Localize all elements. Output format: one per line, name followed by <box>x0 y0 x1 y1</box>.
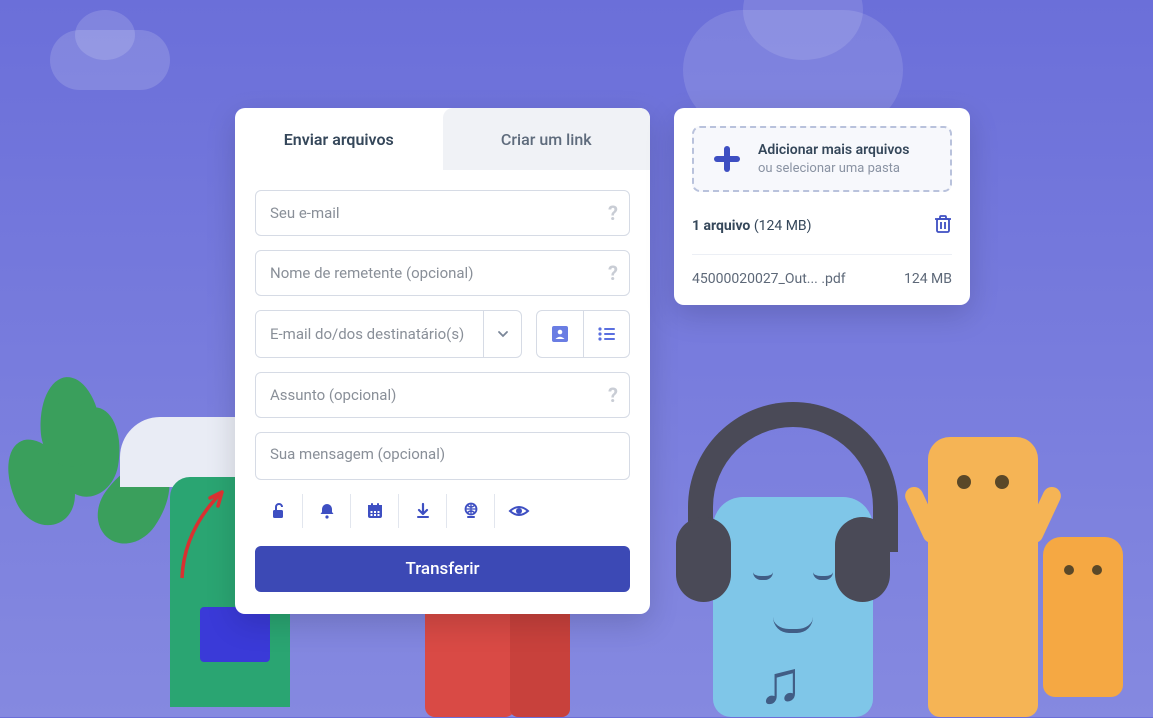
calendar-icon <box>365 501 385 521</box>
download-icon <box>413 501 433 521</box>
language-option-button[interactable] <box>447 494 495 528</box>
notification-option-button[interactable] <box>303 494 351 528</box>
recipients-input[interactable] <box>256 311 483 357</box>
recipients-dropdown-button[interactable] <box>483 311 521 357</box>
add-files-heading: Adicionar mais arquivos <box>758 142 909 158</box>
address-book-icon <box>550 325 570 343</box>
trash-icon <box>934 214 952 234</box>
download-limit-option-button[interactable] <box>399 494 447 528</box>
email-input[interactable] <box>255 190 630 236</box>
transfer-options-bar <box>255 494 630 528</box>
expiry-option-button[interactable] <box>351 494 399 528</box>
plus-icon <box>710 142 744 176</box>
tabs: Enviar arquivos Criar um link <box>235 108 650 170</box>
globe-icon <box>461 501 481 521</box>
message-textarea[interactable] <box>255 432 630 480</box>
eye-icon <box>508 501 530 521</box>
help-icon[interactable]: ? <box>608 261 618 285</box>
add-folder-subtext: ou selecionar uma pasta <box>758 161 909 176</box>
file-count-label: 1 arquivo <box>692 218 750 234</box>
delete-all-button[interactable] <box>934 214 952 238</box>
contacts-button[interactable] <box>537 311 583 357</box>
transfer-button[interactable]: Transferir <box>255 546 630 592</box>
transfer-form-panel: Enviar arquivos Criar um link ? ? <box>235 108 650 614</box>
lock-open-icon <box>269 501 289 521</box>
help-icon[interactable]: ? <box>608 383 618 407</box>
files-panel: Adicionar mais arquivos ou selecionar um… <box>674 108 970 305</box>
bell-icon <box>317 501 337 521</box>
subject-input[interactable] <box>255 372 630 418</box>
list-icon <box>597 326 617 342</box>
tab-create-link[interactable]: Criar um link <box>443 108 651 170</box>
add-files-dropzone[interactable]: Adicionar mais arquivos ou selecionar um… <box>692 126 952 192</box>
help-icon[interactable]: ? <box>608 201 618 225</box>
file-size: 124 MB <box>904 271 952 287</box>
password-option-button[interactable] <box>255 494 303 528</box>
file-name: 45000020027_Out... .pdf <box>692 271 904 287</box>
tab-send-files[interactable]: Enviar arquivos <box>235 108 443 170</box>
file-summary-row: 1 arquivo (124 MB) <box>692 214 952 255</box>
customize-option-button[interactable] <box>495 494 543 528</box>
groups-button[interactable] <box>583 311 629 357</box>
file-row[interactable]: 45000020027_Out... .pdf 124 MB <box>692 255 952 287</box>
file-total-size: (124 MB) <box>754 218 812 234</box>
cloud-decoration <box>50 30 170 90</box>
sender-name-input[interactable] <box>255 250 630 296</box>
chevron-down-icon <box>497 328 509 340</box>
